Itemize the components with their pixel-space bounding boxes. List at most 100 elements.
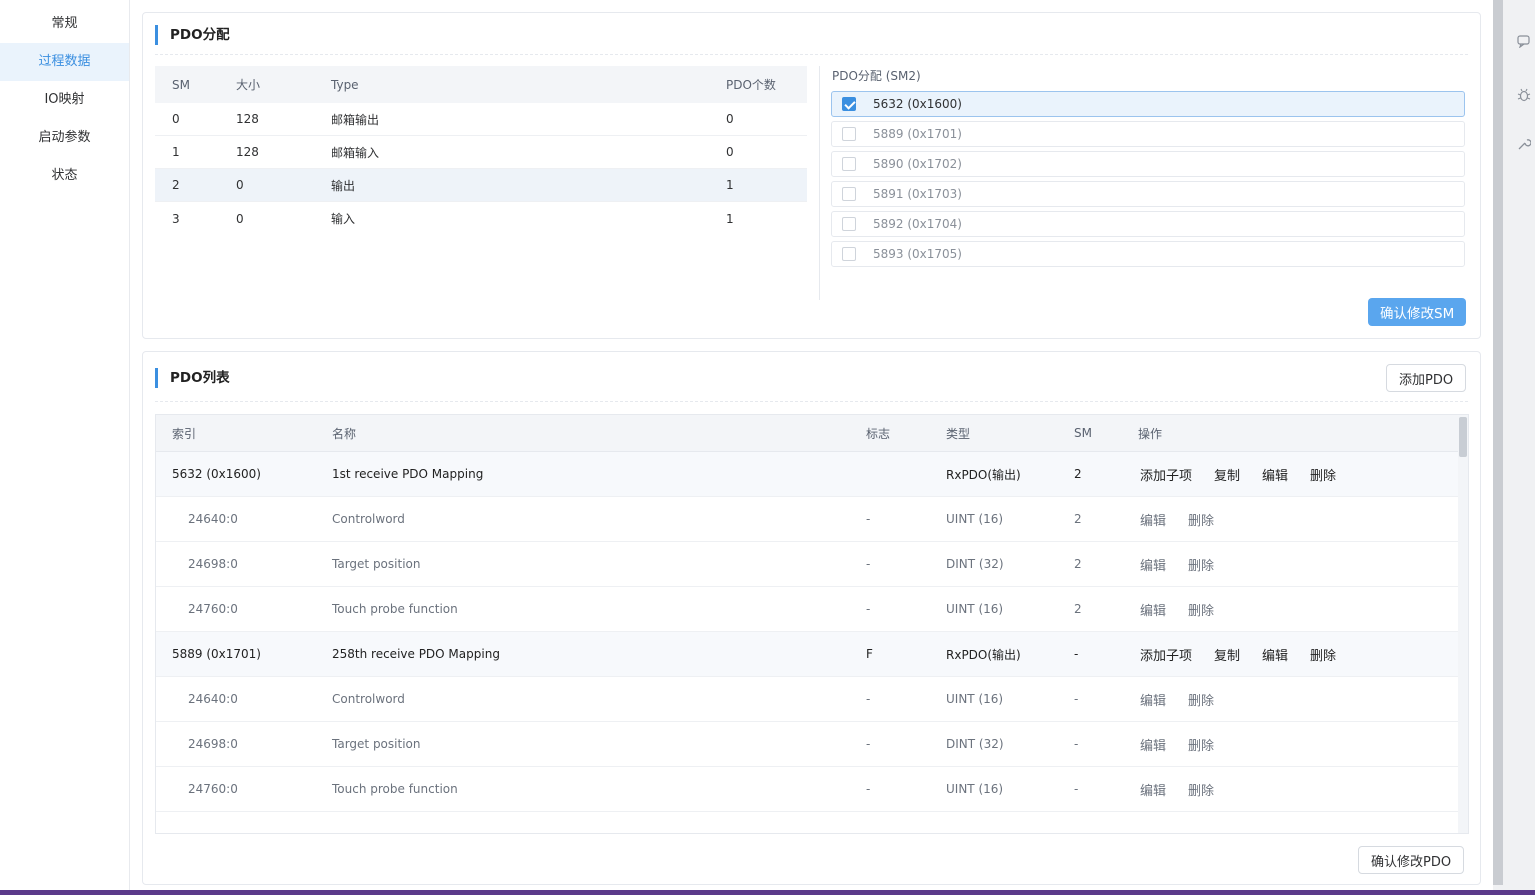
pdo-cell-index: 5889 (0x1701)	[172, 647, 261, 661]
copy-button[interactable]: 复制	[1214, 645, 1240, 664]
assign-item[interactable]: 5890 (0x1702)	[831, 151, 1465, 177]
edit-button[interactable]: 编辑	[1140, 780, 1166, 799]
delete-button[interactable]: 删除	[1188, 600, 1214, 619]
table-row[interactable]: 24640:0 Controlword - UINT (16) - 编辑 删除	[156, 677, 1458, 722]
edit-button[interactable]: 编辑	[1262, 465, 1288, 484]
pdo-cell-sm: 2	[1074, 467, 1082, 481]
sidebar-item-startup-params[interactable]: 启动参数	[0, 119, 129, 157]
pdo-cell-type: DINT (32)	[946, 737, 1004, 751]
sm-header-type: Type	[331, 77, 359, 92]
pdo-cell-sm: 2	[1074, 602, 1082, 616]
table-row[interactable]: 24698:0 Target position - DINT (32) - 编辑…	[156, 722, 1458, 767]
pdo-header-ops: 操作	[1138, 426, 1163, 441]
sidebar: 常规 过程数据 IO映射 启动参数 状态	[0, 0, 130, 890]
table-row[interactable]: 5632 (0x1600) 1st receive PDO Mapping Rx…	[156, 452, 1458, 497]
chat-icon[interactable]	[1517, 34, 1531, 48]
window-bottom-border	[0, 890, 1535, 895]
pdo-cell-type: RxPDO(输出)	[946, 467, 1021, 482]
pdo-cell-index: 24760:0	[188, 602, 238, 616]
assign-item[interactable]: 5893 (0x1705)	[831, 241, 1465, 267]
edit-button[interactable]: 编辑	[1140, 690, 1166, 709]
edit-button[interactable]: 编辑	[1262, 645, 1288, 664]
scrollbar-thumb[interactable]	[1459, 417, 1467, 457]
pdo-table: 索引 名称 标志 类型 SM 操作 5632 (0x1600) 1st rece…	[155, 414, 1469, 834]
checkbox[interactable]	[842, 247, 856, 261]
sidebar-item-status[interactable]: 状态	[0, 157, 129, 195]
tool-icon[interactable]	[1517, 137, 1531, 151]
main-content: PDO分配 SM 大小 Type PDO个数 0 128 邮箱输出 0 1 12…	[130, 0, 1493, 890]
sm-row-selected[interactable]: 2 0 输出 1	[155, 169, 807, 202]
delete-button[interactable]: 删除	[1310, 645, 1336, 664]
checkbox[interactable]	[842, 157, 856, 171]
sm-cell-count: 1	[726, 178, 734, 192]
pdo-table-header: 索引 名称 标志 类型 SM 操作	[156, 415, 1458, 452]
assign-item[interactable]: 5892 (0x1704)	[831, 211, 1465, 237]
bug-icon[interactable]	[1517, 88, 1531, 102]
sm-cell-size: 128	[236, 145, 259, 159]
pdo-cell-type: RxPDO(输出)	[946, 647, 1021, 662]
pdo-header-name: 名称	[332, 426, 357, 441]
sidebar-item-process-data[interactable]: 过程数据	[0, 43, 129, 81]
assign-item-label: 5890 (0x1702)	[873, 157, 962, 171]
pdo-cell-sm: 2	[1074, 557, 1082, 571]
assign-item-label: 5889 (0x1701)	[873, 127, 962, 141]
assign-item[interactable]: 5632 (0x1600)	[831, 91, 1465, 117]
edit-button[interactable]: 编辑	[1140, 600, 1166, 619]
sm-header-count: PDO个数	[726, 78, 776, 92]
confirm-sm-button[interactable]: 确认修改SM	[1368, 298, 1467, 326]
sm-row[interactable]: 1 128 邮箱输入 0	[155, 136, 807, 169]
checkbox-checked[interactable]	[842, 97, 856, 111]
sidebar-item-general[interactable]: 常规	[0, 5, 129, 43]
assign-item-label: 5632 (0x1600)	[873, 97, 962, 111]
table-row[interactable]: 5889 (0x1701) 258th receive PDO Mapping …	[156, 632, 1458, 677]
pdo-cell-sm: -	[1074, 692, 1079, 706]
sm-cell-type: 输入	[331, 212, 356, 226]
assign-item[interactable]: 5889 (0x1701)	[831, 121, 1465, 147]
checkbox[interactable]	[842, 127, 856, 141]
pdo-cell-name: Controlword	[332, 692, 405, 706]
checkbox[interactable]	[842, 217, 856, 231]
assign-item[interactable]: 5891 (0x1703)	[831, 181, 1465, 207]
edit-button[interactable]: 编辑	[1140, 555, 1166, 574]
pdo-cell-index: 24640:0	[188, 512, 238, 526]
table-row[interactable]: 24760:0 Touch probe function - UINT (16)…	[156, 767, 1458, 812]
sm-cell-sm: 3	[172, 211, 180, 226]
assign-item-label: 5891 (0x1703)	[873, 187, 962, 201]
add-child-button[interactable]: 添加子项	[1140, 465, 1192, 484]
pdo-cell-index: 24698:0	[188, 557, 238, 571]
edit-button[interactable]: 编辑	[1140, 735, 1166, 754]
sm-row[interactable]: 0 128 邮箱输出 0	[155, 103, 807, 136]
copy-button[interactable]: 复制	[1214, 465, 1240, 484]
pdo-cell-index: 24698:0	[188, 737, 238, 751]
table-row[interactable]: 24760:0 Touch probe function - UINT (16)…	[156, 587, 1458, 632]
pdo-cell-ops: 添加子项 复制 编辑 删除	[1138, 465, 1336, 484]
delete-button[interactable]: 删除	[1188, 690, 1214, 709]
pdo-cell-sm: -	[1074, 737, 1079, 751]
sm-row[interactable]: 3 0 输入 1	[155, 202, 807, 235]
delete-button[interactable]: 删除	[1188, 555, 1214, 574]
delete-button[interactable]: 删除	[1188, 735, 1214, 754]
edit-button[interactable]: 编辑	[1140, 510, 1166, 529]
pdo-header-flag: 标志	[866, 426, 891, 441]
confirm-pdo-button[interactable]: 确认修改PDO	[1358, 846, 1465, 874]
pdo-header-type: 类型	[946, 426, 971, 441]
add-pdo-button[interactable]: 添加PDO	[1386, 364, 1467, 392]
delete-button[interactable]: 删除	[1310, 465, 1336, 484]
sm-cell-size: 0	[236, 178, 244, 192]
sidebar-item-io-mapping[interactable]: IO映射	[0, 81, 129, 119]
delete-button[interactable]: 删除	[1188, 780, 1214, 799]
checkbox[interactable]	[842, 187, 856, 201]
pdo-header-sm: SM	[1074, 426, 1092, 440]
sm-cell-size: 0	[236, 211, 244, 226]
table-scrollbar[interactable]	[1458, 415, 1468, 833]
add-child-button[interactable]: 添加子项	[1140, 645, 1192, 664]
pdo-list-card: PDO列表 添加PDO 索引 名称 标志 类型 SM 操作 5632 (0x16…	[142, 351, 1481, 885]
pdo-assign-title: PDO分配	[155, 25, 230, 45]
page-scrollbar[interactable]	[1493, 0, 1503, 885]
pdo-list-title: PDO列表	[155, 368, 230, 388]
pdo-cell-name: Touch probe function	[332, 782, 458, 796]
pdo-cell-name: Target position	[332, 557, 421, 571]
table-row[interactable]: 24640:0 Controlword - UINT (16) 2 编辑 删除	[156, 497, 1458, 542]
table-row[interactable]: 24698:0 Target position - DINT (32) 2 编辑…	[156, 542, 1458, 587]
delete-button[interactable]: 删除	[1188, 510, 1214, 529]
